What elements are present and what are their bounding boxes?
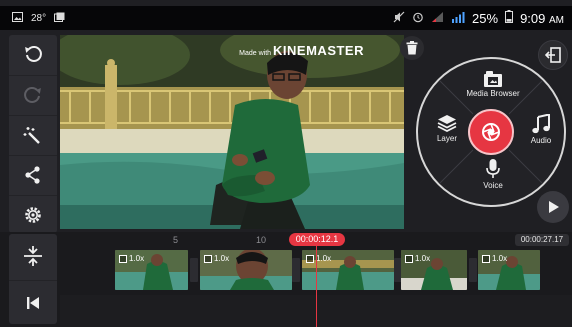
- gear-icon: [25, 206, 41, 223]
- layers-icon: [437, 115, 457, 132]
- clip-speed-badge: 1.0x: [306, 254, 331, 263]
- clip-speed: 1.0x: [214, 254, 230, 263]
- audio-label: Audio: [530, 136, 552, 145]
- video-clip[interactable]: 1.0x: [478, 250, 540, 290]
- battery-icon: [505, 10, 514, 26]
- expand-vertical-icon: [24, 246, 42, 266]
- expand-timeline-button[interactable]: [9, 234, 57, 278]
- magic-wand-icon: [23, 126, 40, 144]
- voice-label: Voice: [483, 181, 503, 190]
- video-clip[interactable]: 1.0x: [115, 250, 188, 290]
- clip-type-icon: [119, 254, 127, 263]
- kinemaster-watermark: Made with KINEMASTER: [239, 43, 364, 58]
- battery-percent: 25%: [472, 10, 499, 26]
- gallery-notification-icon: [12, 9, 23, 27]
- current-time-badge: 00:00:12.1: [289, 233, 345, 246]
- exit-button[interactable]: [538, 40, 568, 70]
- editor-toolbar: [9, 35, 57, 233]
- clip-speed: 1.0x: [129, 254, 145, 263]
- clock-time: 9:09: [520, 10, 546, 26]
- media-browser-icon: [484, 71, 502, 87]
- watermark-brand: KINEMASTER: [273, 43, 364, 58]
- mute-icon: [393, 11, 405, 26]
- clip-type-icon: [482, 254, 490, 263]
- clip-speed-badge: 1.0x: [119, 254, 144, 263]
- clip-speed-badge: 1.0x: [405, 254, 430, 263]
- kinemaster-editor: 28° 25% 9:09 AM Made with KINEMASTER Med…: [0, 0, 572, 327]
- media-browser-label: Media Browser: [466, 89, 520, 98]
- playhead[interactable]: [316, 246, 317, 327]
- trash-icon: [406, 41, 418, 55]
- jump-to-start-button[interactable]: [9, 280, 57, 324]
- total-duration-badge: 00:00:27.17: [515, 234, 569, 246]
- clock-suffix: AM: [549, 14, 564, 26]
- play-button[interactable]: [537, 191, 569, 223]
- media-radial-menu: Media Browser Layer Audio Voice: [416, 57, 566, 207]
- skip-start-icon: [27, 296, 39, 309]
- delete-button[interactable]: [400, 36, 424, 60]
- clock: 9:09 AM: [520, 11, 564, 26]
- undo-icon: [25, 46, 42, 62]
- preview-frame-image: [60, 35, 404, 229]
- music-note-icon: [532, 114, 550, 134]
- voice-button[interactable]: Voice: [468, 159, 518, 190]
- share-button[interactable]: [9, 155, 57, 193]
- media-browser-button[interactable]: Media Browser: [461, 71, 525, 98]
- video-clip[interactable]: 1.0x: [200, 250, 292, 290]
- redo-button[interactable]: [9, 75, 57, 113]
- clip-speed-badge: 1.0x: [482, 254, 507, 263]
- clip-speed-badge: 1.0x: [204, 254, 229, 263]
- alarm-icon: [412, 11, 424, 26]
- transition-button[interactable]: [469, 258, 477, 282]
- share-icon: [25, 165, 40, 184]
- clip-speed: 1.0x: [316, 254, 332, 263]
- timeline-tools: [9, 234, 57, 324]
- camera-aperture-icon: [482, 123, 500, 141]
- clip-type-icon: [405, 254, 413, 263]
- transition-button[interactable]: [292, 258, 300, 282]
- ruler-label-5: 5: [173, 235, 179, 245]
- signal-weak-icon: [431, 11, 444, 26]
- undo-button[interactable]: [9, 35, 57, 73]
- effects-button[interactable]: [9, 115, 57, 153]
- ruler-label-10: 10: [256, 235, 267, 245]
- play-icon: [549, 201, 559, 213]
- audio-button[interactable]: Audio: [518, 114, 564, 145]
- layer-button[interactable]: Layer: [424, 114, 470, 143]
- photos-notification-icon: [54, 9, 65, 27]
- layer-label: Layer: [436, 134, 457, 143]
- clip-type-icon: [306, 254, 314, 263]
- video-preview[interactable]: Made with KINEMASTER: [60, 35, 404, 229]
- settings-button[interactable]: [9, 195, 57, 233]
- record-button[interactable]: [468, 109, 514, 155]
- status-bar: 28° 25% 9:09 AM: [0, 6, 572, 30]
- watermark-prefix: Made with: [239, 50, 272, 57]
- transition-button[interactable]: [190, 258, 198, 282]
- signal-strength-icon: [451, 11, 465, 26]
- clip-speed: 1.0x: [492, 254, 508, 263]
- clip-type-icon: [204, 254, 212, 263]
- clip-speed: 1.0x: [415, 254, 431, 263]
- temperature-text: 28°: [31, 12, 47, 24]
- video-clip[interactable]: 1.0x: [401, 250, 467, 290]
- redo-icon: [24, 86, 41, 103]
- exit-icon: [545, 47, 561, 63]
- microphone-icon: [486, 159, 500, 178]
